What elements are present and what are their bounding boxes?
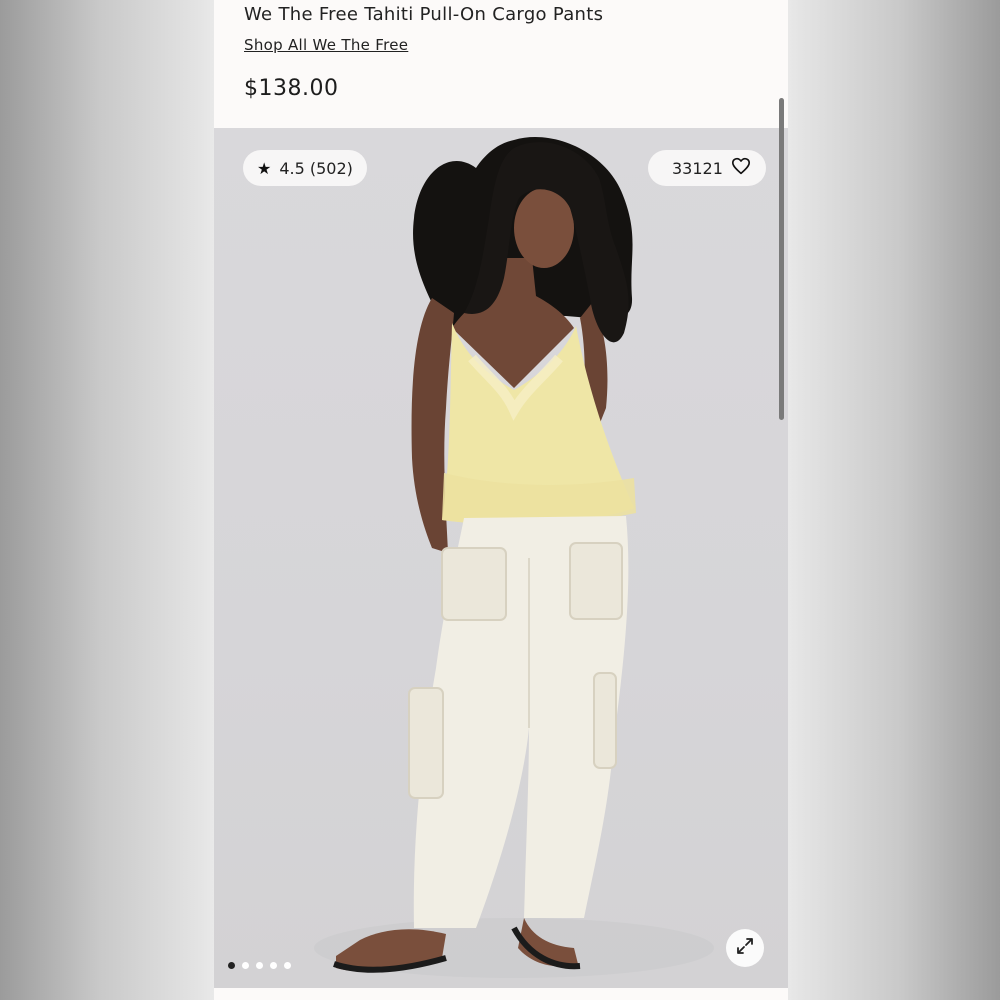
scrollbar[interactable] — [779, 98, 784, 420]
favorite-button[interactable]: 33121 — [648, 150, 766, 186]
product-photo — [314, 137, 714, 978]
carousel-dot-4[interactable] — [270, 962, 277, 969]
carousel-dot-2[interactable] — [242, 962, 249, 969]
carousel-dots — [228, 962, 291, 969]
rating-text: 4.5 (502) — [279, 158, 353, 178]
favorites-count: 33121 — [672, 158, 723, 178]
carousel-dot-5[interactable] — [284, 962, 291, 969]
carousel-dot-3[interactable] — [256, 962, 263, 969]
product-title: We The Free Tahiti Pull-On Cargo Pants — [244, 4, 604, 25]
bottom-strip — [214, 988, 788, 1000]
product-image-gallery[interactable]: ★ 4.5 (502) 33121 — [214, 128, 788, 988]
product-page: We The Free Tahiti Pull-On Cargo Pants S… — [214, 0, 788, 1000]
expand-icon — [735, 936, 755, 960]
product-header: We The Free Tahiti Pull-On Cargo Pants S… — [214, 0, 788, 128]
rating-badge[interactable]: ★ 4.5 (502) — [243, 150, 367, 186]
expand-image-button[interactable] — [726, 929, 764, 967]
product-price: $138.00 — [244, 76, 339, 101]
star-icon: ★ — [257, 158, 272, 178]
heart-icon — [731, 157, 751, 179]
shop-brand-link[interactable]: Shop All We The Free — [244, 36, 408, 54]
carousel-dot-1[interactable] — [228, 962, 235, 969]
